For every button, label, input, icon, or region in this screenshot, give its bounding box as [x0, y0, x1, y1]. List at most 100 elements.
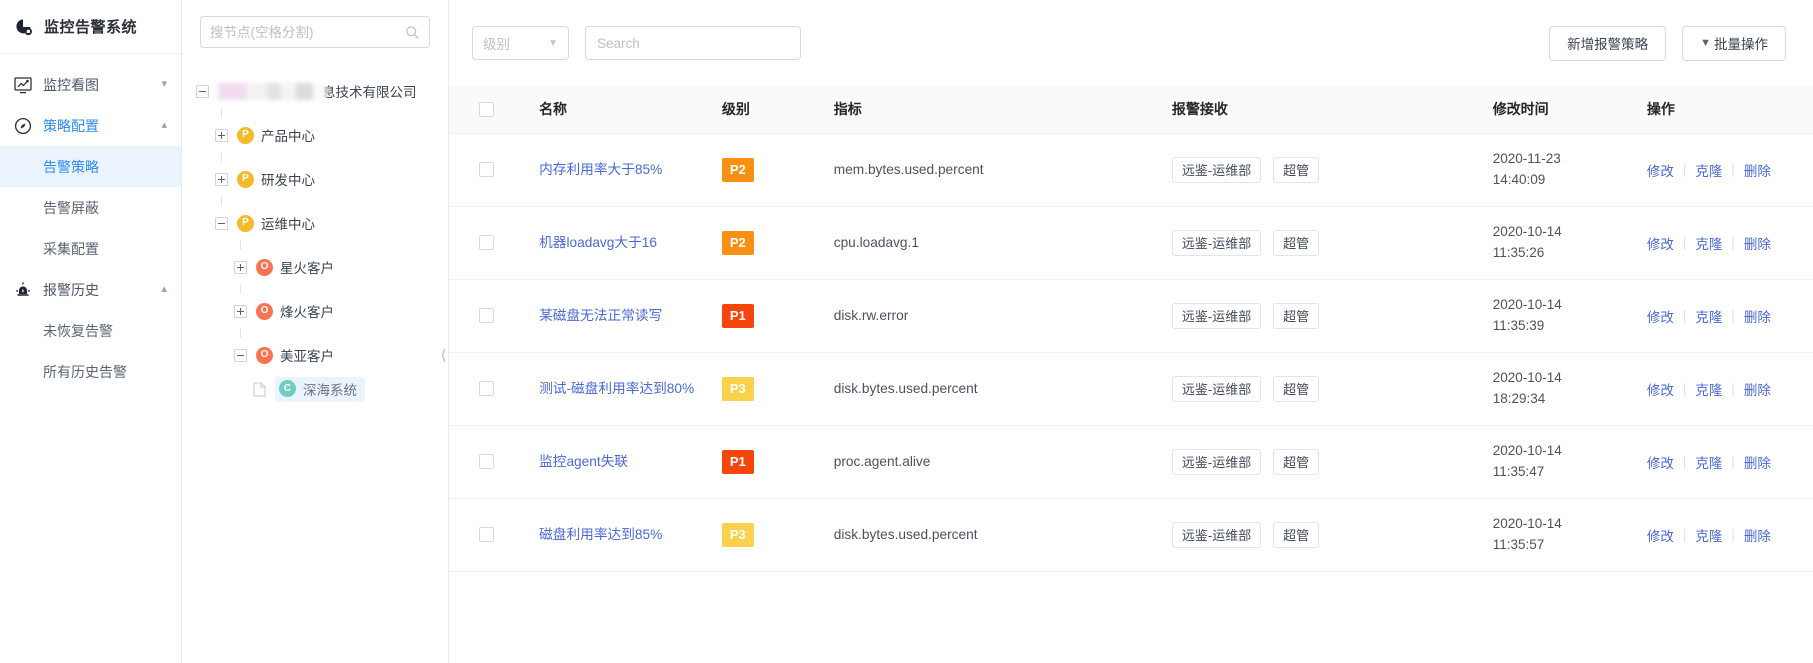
row-checkbox[interactable]	[479, 162, 494, 177]
tree-node-fenghuo-customer[interactable]: O 烽火客户	[196, 294, 448, 328]
cell-metric: disk.bytes.used.percent	[825, 498, 1164, 572]
action-separator: |	[1731, 308, 1735, 323]
sidebar-item-alarm-mute[interactable]: 告警屏蔽	[0, 187, 181, 228]
panel-collapse-handle[interactable]: ⟨	[438, 336, 449, 374]
metric-text: proc.agent.alive	[833, 454, 931, 469]
receiver-tag: 超管	[1273, 521, 1320, 548]
metric-text: disk.bytes.used.percent	[833, 381, 978, 396]
tree-node-badge-o: O	[256, 302, 273, 320]
tree-node-label: 产品中心	[261, 129, 315, 144]
tree-switcher-plus-icon[interactable]	[215, 172, 228, 186]
edit-link[interactable]: 修改	[1647, 233, 1674, 253]
sidebar-item-alarm-history[interactable]: 报警历史 ▴	[0, 269, 181, 310]
search-input[interactable]	[597, 35, 789, 51]
th-name: 名称	[531, 86, 714, 134]
tree-search-box[interactable]	[200, 16, 430, 48]
table-row[interactable]: 某磁盘无法正常读写 P1 disk.rw.error 远鉴-运维部 超管 202…	[449, 279, 1813, 353]
sidebar-item-collect-config[interactable]: 采集配置	[0, 228, 181, 269]
clone-link[interactable]: 克隆	[1695, 452, 1722, 472]
modified-clock: 18:29:34	[1492, 390, 1546, 406]
row-checkbox[interactable]	[479, 308, 494, 323]
delete-link[interactable]: 删除	[1744, 452, 1771, 472]
tree-node-xinghuo-customer[interactable]: O 星火客户	[196, 250, 448, 284]
clone-link[interactable]: 克隆	[1695, 525, 1722, 545]
tree-switcher-minus-icon[interactable]	[234, 348, 247, 362]
edit-link[interactable]: 修改	[1647, 160, 1674, 180]
tree-node-company[interactable]: 息技术有限公司	[196, 74, 448, 108]
delete-link[interactable]: 删除	[1744, 160, 1771, 180]
tree-node-badge-p: P	[237, 214, 254, 232]
toolbar: 级别 ▼ 新增报警策略 ▼ 批量操作	[449, 0, 1813, 86]
cell-actions: 修改 | 克隆 | 删除	[1638, 498, 1813, 572]
tree-node-shenhai-system[interactable]: C 深海系统	[196, 372, 448, 406]
search-input-wrap[interactable]	[585, 26, 801, 60]
edit-link[interactable]: 修改	[1647, 452, 1674, 472]
main-content: 级别 ▼ 新增报警策略 ▼ 批量操作 名称 级别 指标	[449, 0, 1813, 663]
receiver-tag: 远鉴-运维部	[1171, 375, 1262, 402]
clone-link[interactable]: 克隆	[1695, 379, 1722, 399]
cell-level: P3	[713, 498, 826, 572]
redacted-text-block	[218, 82, 326, 100]
app-root: 监控告警系统 监控看图 ▾ 策略配置 ▴ 告警策略 告警屏蔽 采集配置 报警历史…	[0, 0, 1813, 663]
table-row[interactable]: 磁盘利用率达到85% P3 disk.bytes.used.percent 远鉴…	[449, 498, 1813, 572]
tree-node-ops-center[interactable]: P 运维中心	[196, 206, 448, 240]
delete-link[interactable]: 删除	[1744, 233, 1771, 253]
tree-switcher-minus-icon[interactable]	[196, 84, 209, 98]
th-metric: 指标	[825, 86, 1164, 134]
clone-link[interactable]: 克隆	[1695, 306, 1722, 326]
delete-link[interactable]: 删除	[1744, 379, 1771, 399]
clone-link[interactable]: 克隆	[1695, 233, 1722, 253]
cell-metric: disk.rw.error	[825, 279, 1164, 353]
tree-node-product-center[interactable]: P 产品中心	[196, 118, 448, 152]
table-head: 名称 级别 指标 报警接收 修改时间 操作	[449, 86, 1813, 134]
table-row[interactable]: 内存利用率大于85% P2 mem.bytes.used.percent 远鉴-…	[449, 133, 1813, 207]
select-all-checkbox[interactable]	[479, 101, 494, 117]
policy-name-link[interactable]: 内存利用率大于85%	[539, 160, 662, 180]
table-header-row: 名称 级别 指标 报警接收 修改时间 操作	[449, 86, 1813, 134]
edit-link[interactable]: 修改	[1647, 379, 1674, 399]
action-separator: |	[1682, 308, 1687, 323]
row-checkbox[interactable]	[479, 527, 494, 542]
table-row[interactable]: 监控agent失联 P1 proc.agent.alive 远鉴-运维部 超管 …	[449, 425, 1813, 499]
action-separator: |	[1731, 381, 1735, 396]
search-icon[interactable]	[405, 25, 420, 40]
policy-name-link[interactable]: 机器loadavg大于16	[539, 233, 657, 253]
tree-node-meiya-customer[interactable]: O 美亚客户	[196, 338, 448, 372]
sidebar-item-policy-config[interactable]: 策略配置 ▴	[0, 105, 181, 146]
tree-node-badge-o: O	[256, 346, 273, 364]
sidebar-subitem-label: 所有历史告警	[43, 363, 127, 380]
sidebar-item-unrecovered-alarms[interactable]: 未恢复告警	[0, 310, 181, 351]
table-row[interactable]: 机器loadavg大于16 P2 cpu.loadavg.1 远鉴-运维部 超管…	[449, 206, 1813, 280]
policy-name-link[interactable]: 磁盘利用率达到85%	[539, 525, 662, 545]
edit-link[interactable]: 修改	[1647, 525, 1674, 545]
row-checkbox[interactable]	[479, 454, 494, 469]
cell-modified-time: 2020-10-14 11:35:26	[1484, 206, 1639, 280]
chevron-down-icon: ▼	[548, 37, 558, 49]
tree-search-input[interactable]	[210, 24, 405, 40]
pie-bell-icon	[14, 17, 34, 37]
sidebar-item-monitor-charts[interactable]: 监控看图 ▾	[0, 64, 181, 105]
clone-link[interactable]: 克隆	[1695, 160, 1722, 180]
batch-operation-button[interactable]: ▼ 批量操作	[1682, 25, 1786, 61]
table-row[interactable]: 测试-磁盘利用率达到80% P3 disk.bytes.used.percent…	[449, 352, 1813, 426]
policy-name-link[interactable]: 测试-磁盘利用率达到80%	[539, 379, 694, 399]
policy-name-link[interactable]: 监控agent失联	[539, 452, 628, 472]
tree-switcher-plus-icon[interactable]	[234, 304, 247, 318]
tree-switcher-plus-icon[interactable]	[234, 260, 247, 274]
tree-switcher-minus-icon[interactable]	[215, 216, 228, 230]
tree-guide-line	[221, 108, 222, 118]
policy-name-link[interactable]: 某磁盘无法正常读写	[539, 306, 662, 326]
delete-link[interactable]: 删除	[1744, 306, 1771, 326]
sidebar-item-alarm-policy[interactable]: 告警策略	[0, 146, 181, 187]
sidebar-subitem-label: 采集配置	[43, 240, 99, 257]
action-separator: |	[1731, 454, 1735, 469]
add-alarm-policy-button[interactable]: 新增报警策略	[1549, 25, 1667, 61]
delete-link[interactable]: 删除	[1744, 525, 1771, 545]
edit-link[interactable]: 修改	[1647, 306, 1674, 326]
sidebar-item-all-history-alarms[interactable]: 所有历史告警	[0, 351, 181, 392]
row-checkbox[interactable]	[479, 235, 494, 250]
tree-node-rnd-center[interactable]: P 研发中心	[196, 162, 448, 196]
tree-switcher-plus-icon[interactable]	[215, 128, 228, 142]
level-filter-select[interactable]: 级别 ▼	[472, 26, 569, 60]
row-checkbox[interactable]	[479, 381, 494, 396]
